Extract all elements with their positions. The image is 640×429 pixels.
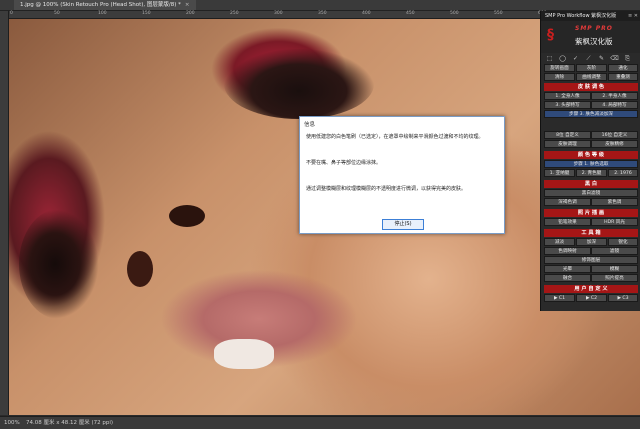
dialog-message-line: 使用低建您的白色笔刷（已选定），在遮罩中绘制来平滑颜色过渡和不均的纹理。 [306, 134, 484, 140]
lasso-icon[interactable]: ◯ [558, 54, 567, 63]
photo-eye-right [224, 49, 374, 119]
skin-dodge-burn-button[interactable]: 步骤 3. 肤色减淡加深 [544, 110, 638, 118]
section-bw: 黑 白 [544, 180, 638, 188]
logo-subtitle: 紫枫汉化版 [575, 37, 613, 46]
custom-c1-button[interactable]: ▶ C1 [544, 294, 575, 302]
ruler-tick-label: 250 [230, 11, 239, 16]
head-closeup-button[interactable]: 3. 头部特写 [544, 101, 591, 109]
retouch-layer-button[interactable]: 修饰图层 [544, 256, 638, 264]
copy-icon[interactable]: ⎘ [623, 54, 632, 63]
custom-c2-button[interactable]: ▶ C2 [576, 294, 607, 302]
section-user: 用 户 自 定 义 [544, 285, 638, 293]
ruler-tick-label: 150 [142, 11, 151, 16]
detail-closeup-button[interactable]: 4. 局部特写 [591, 101, 638, 109]
pen-icon[interactable]: ✎ [597, 54, 606, 63]
panel-menu-icon[interactable]: ≡ ✕ [628, 11, 638, 21]
color-preset-2-button[interactable]: 2. 青色腿 [576, 169, 607, 177]
ruler-tick-label: 400 [362, 11, 371, 16]
ruler-tick-label: 450 [406, 11, 415, 16]
skin-select-button[interactable]: 步骤 1. 肤色选取 [544, 160, 638, 168]
ruler-tick-label: 550 [494, 11, 503, 16]
photo-nostril [169, 205, 205, 227]
color-preset-3-button[interactable]: 2. 1976 [608, 169, 638, 177]
ruler-tick-label: 200 [186, 11, 195, 16]
section-skin: 皮 肤 调 色 [544, 83, 638, 91]
ruler-tick-label: 350 [318, 11, 327, 16]
half-body-button[interactable]: 2. 半身人像 [591, 92, 638, 100]
check-icon[interactable]: ✓ [571, 54, 580, 63]
sharpen-button[interactable]: 锐化 [608, 238, 638, 246]
photo-nostril [127, 251, 153, 287]
ruler-tick-label: 50 [54, 11, 60, 16]
zoom-level[interactable]: 100% [4, 417, 20, 429]
status-bar: 100% 74.08 厘米 x 48.12 厘米 (72 ppi) [0, 416, 640, 429]
photo-teeth [214, 339, 274, 369]
dialog-title: 信息 [304, 122, 316, 128]
document-tab-bar: 1.jpg @ 100% (Skin Retouch Pro (Head Sho… [0, 0, 640, 11]
custom-c3-button[interactable]: ▶ C3 [608, 294, 638, 302]
overlay-button[interactable]: 重叠测 [608, 73, 638, 81]
blur-button[interactable]: 模糊 [591, 265, 638, 273]
document-info: 74.08 厘米 x 48.12 厘米 (72 ppi) [26, 420, 114, 426]
tool-icons: ⬚ ◯ ✓ ⟋ ✎ ⌫ ⎘ [545, 54, 637, 63]
panel-header: SMP Pro Workflow 紫枫汉化版 ≡ ✕ [541, 11, 640, 21]
sepia-button[interactable]: 深褐色调 [544, 198, 591, 206]
section-photo: 照 片 插 画 [544, 209, 638, 217]
ruler-tick-label: 100 [98, 11, 107, 16]
grayscale-button[interactable]: 灰阶 [576, 64, 607, 72]
ruler-tick-label: 500 [450, 11, 459, 16]
logo-icon: § [547, 27, 554, 43]
panel-title: SMP Pro Workflow 紫枫汉化版 [545, 13, 617, 19]
section-color: 颜 色 等 级 [544, 151, 638, 159]
flatten-button[interactable]: 通化 [608, 64, 638, 72]
dodge-button[interactable]: 减淡 [544, 238, 575, 246]
ruler-tick-label: 300 [274, 11, 283, 16]
vertical-ruler [0, 11, 9, 415]
panel-logo: § SMP PRO 紫枫汉化版 [541, 21, 640, 53]
ruler-tick-label: 0 [10, 11, 13, 16]
tone-map-button[interactable]: 色调映射 [544, 247, 591, 255]
blend-button[interactable]: 融合 [544, 274, 591, 282]
close-icon[interactable]: × [185, 2, 190, 8]
filter-button[interactable]: 滤镜 [591, 247, 638, 255]
glow-button[interactable]: 光晕 [544, 265, 591, 273]
section-toolbox: 工 具 箱 [544, 229, 638, 237]
bw-filter-button[interactable]: 黑白滤镜 [544, 189, 638, 197]
dialog-body: 使用低建您的白色笔刷（已选定），在遮罩中绘制来平滑颜色过渡和不均的纹理。 不要在… [306, 133, 498, 219]
brush-icon[interactable]: ⟋ [584, 54, 593, 63]
horizontal-ruler: 050100150200250300350400450500550600 [8, 11, 547, 19]
logo-brand: SMP PRO [575, 25, 613, 32]
rect-select-icon[interactable]: ⬚ [545, 54, 554, 63]
dialog-message-line: 通过调整模糊层和纹理模糊层的不透明度进行微调，以获得完美的皮肤。 [306, 186, 467, 192]
smp-pro-panel: SMP Pro Workflow 紫枫汉化版 ≡ ✕ § SMP PRO 紫枫汉… [540, 11, 640, 311]
rotate-button[interactable]: 旋转画面 [544, 64, 575, 72]
photo-eye-left [19, 209, 99, 319]
8bit-custom-button[interactable]: 8位 自定义 [544, 131, 591, 139]
curves-button[interactable]: 曲线调整 [576, 73, 607, 81]
16bit-custom-button[interactable]: 16位 自定义 [591, 131, 638, 139]
eraser-icon[interactable]: ⌫ [610, 54, 619, 63]
burn-button[interactable]: 加深 [576, 238, 607, 246]
info-dialog: 信息 使用低建您的白色笔刷（已选定），在遮罩中绘制来平滑颜色过渡和不均的纹理。 … [299, 116, 505, 234]
skin-care-button[interactable]: 皮肤调理 [544, 140, 591, 148]
dialog-message-line: 不要在嘴、鼻子等部位边缘涂抹。 [306, 160, 382, 166]
hdr-button[interactable]: HDR 风光 [591, 218, 638, 226]
purple-tone-button[interactable]: 紫色调 [591, 198, 638, 206]
color-preset-1-button[interactable]: 1. 亚纳腿 [544, 169, 575, 177]
full-body-button[interactable]: 1. 全身人像 [544, 92, 591, 100]
stop-button[interactable]: 停止(S) [382, 219, 424, 230]
pencil-effect-button[interactable]: 铅笔效果 [544, 218, 591, 226]
brighten-button[interactable]: 照片提亮 [591, 274, 638, 282]
document-tab-title: 1.jpg @ 100% (Skin Retouch Pro (Head Sho… [20, 2, 181, 8]
skin-refine-button[interactable]: 皮肤精修 [591, 140, 638, 148]
clear-button[interactable]: 清除 [544, 73, 575, 81]
document-tab[interactable]: 1.jpg @ 100% (Skin Retouch Pro (Head Sho… [14, 0, 196, 10]
